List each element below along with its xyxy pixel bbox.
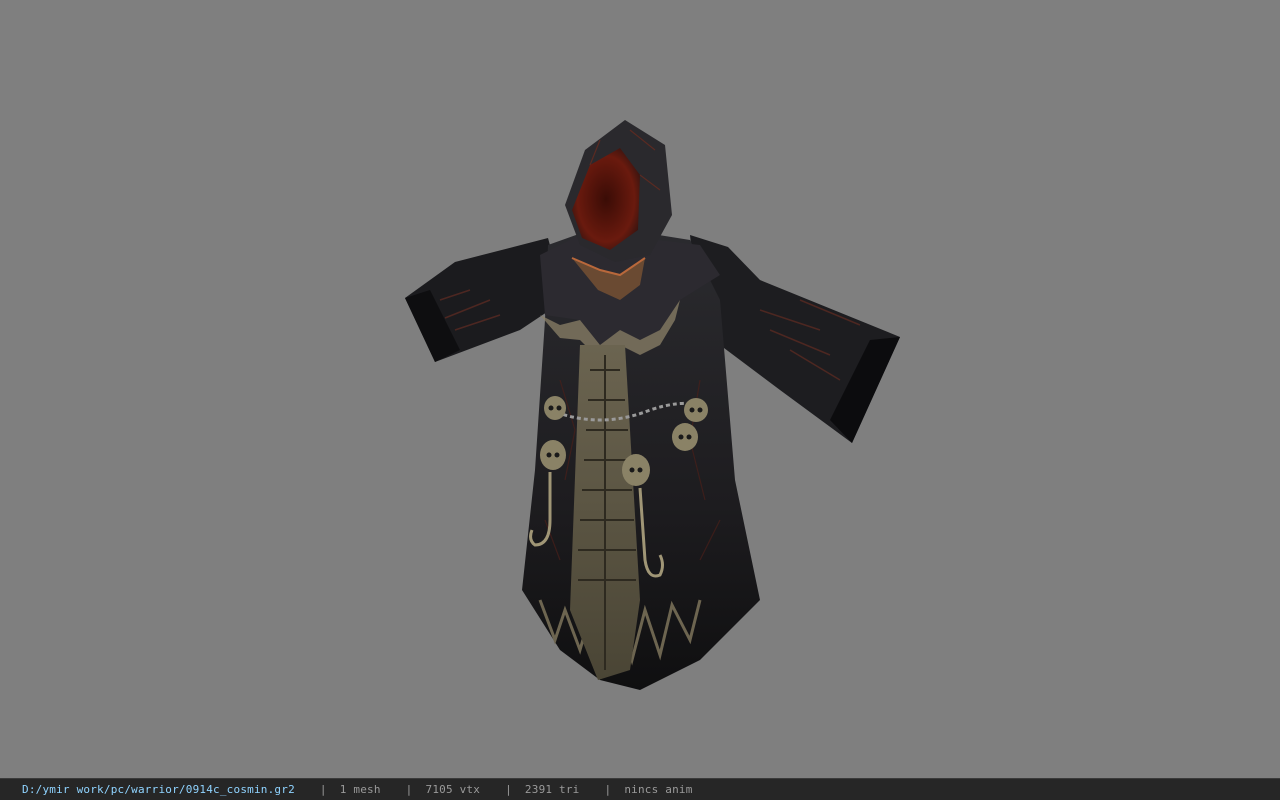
status-file-path: D:/ymir work/pc/warrior/0914c_cosmin.gr2: [22, 783, 295, 796]
status-separator: |: [505, 783, 512, 796]
3d-viewport[interactable]: [0, 0, 1280, 778]
status-separator: |: [319, 783, 327, 796]
status-separator: |: [405, 783, 413, 796]
status-vertex-count: 7105 vtx: [425, 783, 481, 796]
status-triangle-count: 2391 tri: [524, 783, 580, 796]
status-bar: D:/ymir work/pc/warrior/0914c_cosmin.gr2…: [0, 778, 1280, 800]
status-mesh-count: 1 mesh: [339, 783, 381, 796]
status-separator: |: [604, 783, 612, 796]
hood: [565, 120, 672, 262]
robe-model-render: [405, 120, 900, 690]
status-animation: nincs anim: [624, 783, 693, 796]
